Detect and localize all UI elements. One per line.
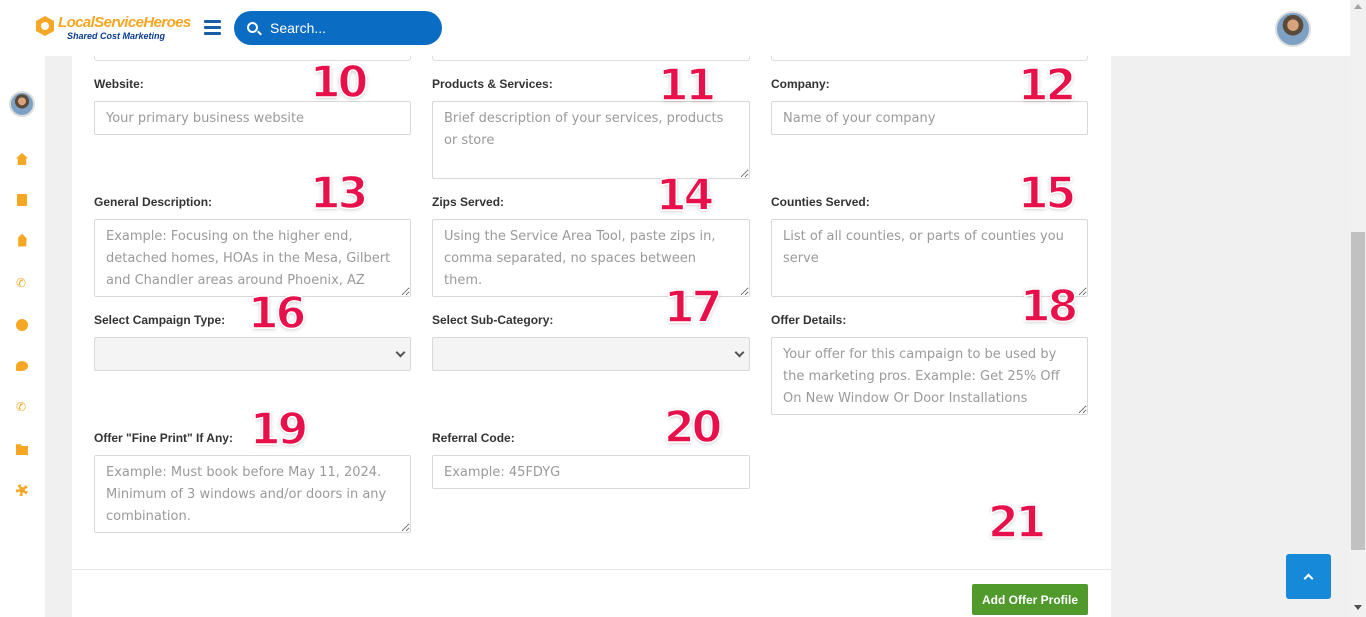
logo-tagline: Shared Cost Marketing	[67, 31, 166, 41]
campaign-type-select[interactable]	[94, 337, 411, 371]
form-footer-divider	[72, 569, 1111, 570]
offer-profile-form: Website: 10 Products & Services: 11 Comp…	[72, 56, 1111, 617]
phone-icon[interactable]: ✆	[16, 277, 28, 289]
annotation-number: 17	[663, 282, 723, 333]
tag-icon[interactable]	[14, 234, 31, 251]
referral-code-label: Referral Code:	[432, 431, 515, 445]
page-scrollbar[interactable]	[1350, 0, 1366, 617]
annotation-number: 12	[1017, 60, 1077, 111]
offer-details-textarea[interactable]	[771, 337, 1088, 415]
scroll-down-arrow-icon[interactable]	[1354, 605, 1362, 610]
zips-served-label: Zips Served:	[432, 195, 505, 209]
annotation-number: 19	[249, 404, 309, 455]
logo-hexagon-icon	[36, 16, 54, 36]
search-icon	[247, 22, 258, 33]
document-icon[interactable]	[17, 194, 27, 206]
phone-icon[interactable]: ✆	[16, 401, 28, 413]
home-icon[interactable]	[16, 153, 28, 165]
top-navbar: LocalServiceHeroes Shared Cost Marketing	[0, 0, 1350, 56]
scroll-to-top-button[interactable]	[1286, 554, 1331, 599]
logo-title: LocalServiceHeroes	[58, 14, 191, 31]
globe-icon[interactable]	[16, 319, 28, 331]
sub-category-label: Select Sub-Category:	[432, 313, 554, 327]
general-description-textarea[interactable]	[94, 219, 411, 297]
annotation-number: 21	[987, 497, 1047, 548]
folder-icon[interactable]	[16, 444, 28, 455]
fine-print-textarea[interactable]	[94, 455, 411, 533]
gear-icon[interactable]	[16, 484, 28, 496]
chevron-down-icon	[734, 347, 745, 358]
chat-icon[interactable]	[16, 361, 28, 371]
sidebar-avatar[interactable]	[9, 91, 35, 117]
scrollbar-thumb[interactable]	[1351, 232, 1365, 550]
annotation-number: 15	[1017, 168, 1077, 219]
annotation-number: 14	[655, 170, 715, 221]
search-input[interactable]	[270, 11, 430, 45]
referral-code-input[interactable]	[432, 455, 750, 489]
annotation-number: 18	[1019, 281, 1079, 332]
company-label: Company:	[771, 77, 830, 91]
annotation-number: 16	[247, 288, 307, 339]
counties-served-label: Counties Served:	[771, 195, 870, 209]
brand-logo[interactable]: LocalServiceHeroes Shared Cost Marketing	[36, 14, 191, 44]
fine-print-label: Offer "Fine Print" If Any:	[94, 431, 233, 445]
scroll-up-arrow-icon[interactable]	[1354, 4, 1362, 9]
user-avatar[interactable]	[1275, 11, 1311, 47]
annotation-number: 20	[663, 402, 723, 453]
offer-details-label: Offer Details:	[771, 313, 847, 327]
campaign-type-label: Select Campaign Type:	[94, 313, 226, 327]
annotation-number: 10	[309, 57, 369, 108]
menu-toggle-icon[interactable]	[204, 20, 221, 35]
annotation-number: 11	[657, 60, 717, 111]
sidebar: ✆ ✆	[0, 56, 45, 617]
annotation-number: 13	[309, 168, 369, 219]
sub-category-select[interactable]	[432, 337, 750, 371]
products-services-textarea[interactable]	[432, 101, 750, 179]
website-label: Website:	[94, 77, 144, 91]
search-bar	[234, 11, 442, 45]
products-services-label: Products & Services:	[432, 77, 553, 91]
chevron-down-icon	[395, 347, 406, 358]
add-offer-profile-button[interactable]: Add Offer Profile	[972, 584, 1088, 615]
general-description-label: General Description:	[94, 195, 213, 209]
